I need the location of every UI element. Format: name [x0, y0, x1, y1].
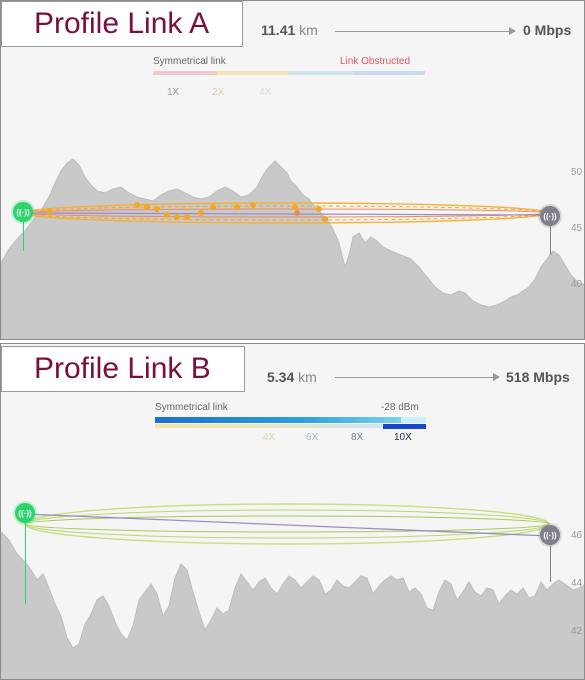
- elevation-tick: 40: [571, 279, 583, 290]
- modulation-tick-active: 10X: [394, 432, 412, 443]
- distance-readout-a: 11.41 km: [261, 22, 318, 38]
- terrain-profile-a: [1, 158, 584, 339]
- rx-radio-icon[interactable]: ((·)): [540, 525, 560, 545]
- signal-bar: [155, 417, 401, 423]
- legend-label: Symmetrical link: [155, 402, 228, 413]
- tx-radio-icon[interactable]: ((·)): [13, 202, 33, 222]
- elevation-tick: 46: [571, 530, 583, 541]
- modulation-bar-segment: [289, 71, 353, 75]
- tx-mast: [25, 522, 26, 604]
- modulation-tick: 8X: [351, 432, 364, 443]
- distance-value: 5.34: [267, 369, 295, 385]
- profile-panel-a: Profile Link A 11.41 km 0 Mbps Symmetric…: [0, 0, 585, 340]
- link-arrow-icon: [335, 27, 516, 35]
- distance-unit: km: [299, 22, 318, 38]
- panel-title-box-b: Profile Link B: [1, 346, 245, 392]
- link-arrow-icon: [335, 373, 500, 381]
- terrain-chart-a: [1, 158, 584, 339]
- profile-panel-b: Profile Link B 5.34 km 518 Mbps Symmetri…: [0, 343, 585, 680]
- legend-label: Symmetrical link: [153, 56, 226, 67]
- modulation-bar-segment: [353, 71, 425, 75]
- signal-bar-remaining: [401, 417, 426, 423]
- distance-unit: km: [298, 369, 317, 385]
- modulation-tick: 2X: [212, 87, 225, 98]
- distance-value: 11.41: [261, 22, 296, 38]
- elevation-tick: 50: [571, 167, 583, 178]
- modulation-tick: 6X: [306, 432, 319, 443]
- modulation-bar-segment: [217, 71, 289, 75]
- status-badge: Link Obstructed: [340, 56, 411, 67]
- terrain-chart-b: [1, 503, 584, 679]
- modulation-tick: 1X: [167, 87, 180, 98]
- elevation-tick: 44: [571, 578, 583, 589]
- panel-title: Profile Link A: [34, 7, 210, 40]
- terrain-profile-b: [1, 531, 584, 679]
- panel-title-box-a: Profile Link A: [1, 1, 243, 47]
- rx-mast: [550, 544, 551, 582]
- rx-mast: [550, 225, 551, 255]
- throughput-value: 0 Mbps: [523, 22, 572, 38]
- modulation-bar-active: [383, 424, 426, 429]
- modulation-bar-segment: [155, 424, 383, 428]
- panel-title: Profile Link B: [34, 352, 211, 385]
- modulation-bar-segment: [153, 71, 217, 75]
- signal-level: -28 dBm: [381, 402, 419, 413]
- throughput-value: 518 Mbps: [506, 369, 570, 385]
- fresnel-zones-b: [24, 503, 550, 545]
- rx-radio-icon[interactable]: ((·)): [540, 206, 560, 226]
- distance-readout-b: 5.34 km: [267, 369, 317, 385]
- tx-radio-icon[interactable]: ((·)): [15, 503, 35, 523]
- tx-mast: [23, 221, 24, 251]
- elevation-tick: 45: [571, 223, 583, 234]
- modulation-tick: 4X: [259, 87, 272, 98]
- modulation-tick: 4X: [263, 432, 276, 443]
- elevation-tick: 42: [571, 626, 583, 637]
